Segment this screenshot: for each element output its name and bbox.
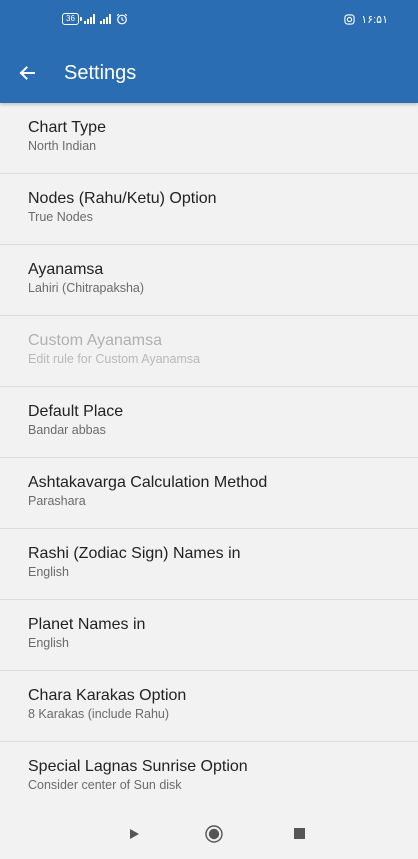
setting-value: Edit rule for Custom Ayanamsa [28, 352, 201, 366]
setting-title: Custom Ayanamsa [28, 332, 162, 349]
setting-value: North Indian [28, 139, 97, 153]
setting-planet-names[interactable]: Planet Names in English [0, 600, 418, 671]
status-time: ۱۶:۵۱ [361, 14, 388, 26]
battery-icon: 36 [62, 13, 82, 25]
arrow-left-icon [19, 66, 35, 80]
setting-title: Chara Karakas Option [28, 687, 187, 704]
setting-value: 8 Karakas (include Rahu) [28, 707, 170, 721]
setting-custom-ayanamsa: Custom Ayanamsa Edit rule for Custom Aya… [0, 316, 418, 387]
instagram-icon [344, 14, 355, 25]
setting-title: Chart Type [28, 119, 106, 136]
setting-value: English [28, 636, 69, 650]
setting-title: Default Place [28, 403, 124, 420]
signal-icon-2 [99, 14, 111, 24]
setting-title: Rashi (Zodiac Sign) Names in [28, 545, 241, 562]
screen: 36 ۱۶:۵۱ Settings Chart Type North India… [0, 0, 418, 859]
setting-value: Bandar abbas [28, 423, 106, 437]
setting-title: Ayanamsa [28, 261, 104, 278]
setting-rashi-names[interactable]: Rashi (Zodiac Sign) Names in English [0, 529, 418, 600]
setting-nodes-option[interactable]: Nodes (Rahu/Ketu) Option True Nodes [0, 174, 418, 245]
page-title: Settings [64, 61, 137, 84]
setting-chart-type[interactable]: Chart Type North Indian [0, 103, 418, 174]
circle-home-icon[interactable] [205, 825, 223, 843]
setting-special-lagnas-sunrise[interactable]: Special Lagnas Sunrise Option Consider c… [0, 742, 418, 813]
settings-list: Chart Type North Indian Nodes (Rahu/Ketu… [0, 103, 418, 813]
back-button[interactable] [0, 43, 54, 103]
setting-title: Special Lagnas Sunrise Option [28, 758, 248, 775]
setting-chara-karakas[interactable]: Chara Karakas Option 8 Karakas (include … [0, 671, 418, 742]
setting-value: Consider center of Sun disk [28, 778, 182, 792]
app-bar: Settings [0, 43, 418, 103]
status-bar: 36 ۱۶:۵۱ [0, 0, 418, 43]
setting-title: Nodes (Rahu/Ketu) Option [28, 190, 217, 207]
setting-ayanamsa[interactable]: Ayanamsa Lahiri (Chitrapaksha) [0, 245, 418, 316]
status-right: ۱۶:۵۱ [344, 13, 388, 26]
status-left: 36 [62, 13, 128, 25]
signal-icon [83, 14, 95, 24]
setting-value: True Nodes [28, 210, 93, 224]
square-recent-icon[interactable] [294, 828, 305, 839]
setting-value: Lahiri (Chitrapaksha) [28, 281, 145, 295]
setting-default-place[interactable]: Default Place Bandar abbas [0, 387, 418, 458]
alarm-icon [116, 13, 128, 25]
setting-value: English [28, 565, 69, 579]
setting-value: Parashara [28, 494, 86, 508]
triangle-back-icon[interactable] [128, 828, 140, 840]
setting-title: Ashtakavarga Calculation Method [28, 474, 268, 491]
system-nav-bar [0, 811, 418, 859]
setting-ashtakavarga-method[interactable]: Ashtakavarga Calculation Method Parashar… [0, 458, 418, 529]
setting-title: Planet Names in [28, 616, 146, 633]
